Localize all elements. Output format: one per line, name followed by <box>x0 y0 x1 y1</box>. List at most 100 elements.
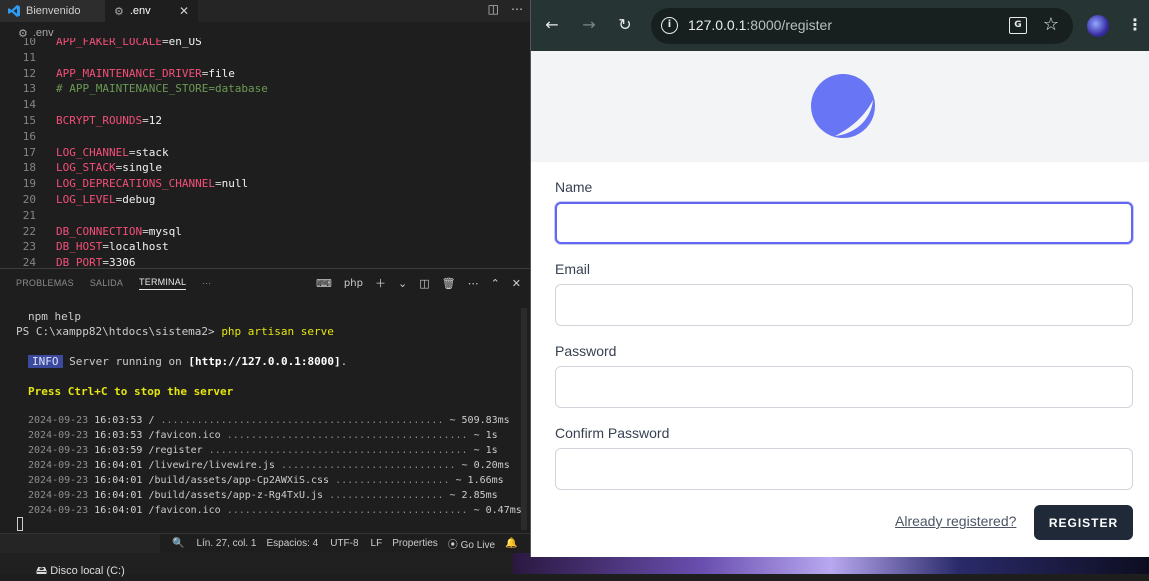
tab-terminal[interactable]: TERMINAL <box>139 277 187 290</box>
tab-bienvenido[interactable]: Bienvenido <box>0 0 106 22</box>
status-language[interactable]: Properties <box>392 538 438 549</box>
bookmark-star-icon[interactable]: ☆ <box>1043 14 1059 35</box>
site-info-icon[interactable]: i <box>661 17 678 34</box>
close-icon[interactable]: ✕ <box>512 277 521 290</box>
terminal-profile[interactable]: php <box>344 278 363 289</box>
log-time: 16:04:01 <box>94 475 143 486</box>
chevron-up-icon[interactable]: ⌃ <box>491 277 500 290</box>
zoom-icon[interactable]: 🔍 <box>172 538 184 549</box>
statusbar: 🔍 Lín. 27, col. 1 Espacios: 4 UTF-8 LF P… <box>0 533 531 554</box>
env-key: APP_MAINTENANCE_DRIVER <box>56 66 202 80</box>
tab-salida[interactable]: SALIDA <box>90 278 123 288</box>
info-text: Server running on <box>69 355 182 368</box>
terminal-line: npm help <box>28 310 81 323</box>
log-line: 2024-09-23 16:03:53 /favicon.ico .......… <box>28 430 498 441</box>
log-dots: ................... <box>329 490 444 501</box>
code-line: 23 DB_HOST=localhost <box>0 240 531 256</box>
trash-icon[interactable]: 🗑 <box>442 277 456 290</box>
line-number: 22 <box>22 224 36 238</box>
code-text: # APP_MAINTENANCE_STORE=database <box>56 82 268 95</box>
tab-problemas[interactable]: PROBLEMAS <box>16 278 74 288</box>
env-value: file <box>208 66 235 80</box>
log-time: 16:04:01 <box>94 460 143 471</box>
status-position[interactable]: Lín. 27, col. 1 <box>196 538 256 549</box>
log-path: /build/assets/app-z-Rg4TxU.js <box>148 490 330 501</box>
panel-divider[interactable] <box>0 268 531 269</box>
reload-icon[interactable]: ↻ <box>614 14 636 36</box>
email-label: Email <box>555 261 591 277</box>
log-line: 2024-09-23 16:04:01 /favicon.ico .......… <box>28 505 522 516</box>
log-date: 2024-09-23 <box>28 460 89 471</box>
log-path: /favicon.ico <box>148 430 227 441</box>
close-icon[interactable]: ✕ <box>179 4 189 18</box>
panel-tabbar: PROBLEMAS SALIDA TERMINAL ⋯ ⌨ php ＋ ⌄ ◫ … <box>0 270 531 296</box>
confirm-password-label: Confirm Password <box>555 425 670 441</box>
forward-icon[interactable]: → <box>578 14 600 36</box>
log-dots: ........................................… <box>208 445 468 456</box>
bell-icon[interactable]: 🔔 <box>505 538 517 549</box>
editor-tabbar: Bienvenido ⚙ .env ✕ ◫ ⋯ <box>0 0 531 22</box>
terminal-command: php artisan serve <box>221 325 334 338</box>
status-spaces[interactable]: Espacios: 4 <box>267 538 319 549</box>
name-input[interactable] <box>555 202 1133 244</box>
status-encoding[interactable]: UTF-8 <box>330 538 358 549</box>
translate-icon[interactable]: G <box>1009 17 1027 34</box>
env-key: BCRYPT_ROUNDS <box>56 114 143 127</box>
taskbar-item[interactable]: 🖴 Disco local (C:) <box>36 562 125 581</box>
browser-toolbar: ← → ↻ i 127.0.0.1:8000/register G ☆ ⋮ <box>531 0 1149 51</box>
code-text: APP_MAINTENANCE_DRIVER=file <box>56 67 235 80</box>
breadcrumb-file[interactable]: .env <box>33 27 54 39</box>
code-line: 15 BCRYPT_ROUNDS=12 <box>0 114 531 130</box>
code-text: LOG_STACK=single <box>56 161 162 174</box>
profile-avatar[interactable] <box>1087 15 1109 37</box>
line-number: 17 <box>22 145 36 159</box>
status-golive[interactable]: ⦿ Go Live <box>448 536 495 551</box>
code-text: LOG_DEPRECATIONS_CHANNEL=null <box>56 177 248 190</box>
password-input[interactable] <box>555 366 1133 408</box>
info-url[interactable]: [http://127.0.0.1:8000] <box>188 355 340 368</box>
url-host: 127.0.0.1 <box>688 17 747 33</box>
code-editor[interactable]: 10 APP_FAKER_LOCALE=en_US 11 12 APP_MAINTENA… <box>0 38 531 268</box>
code-line: 12 APP_MAINTENANCE_DRIVER=file <box>0 67 531 83</box>
equals-sign: = <box>102 240 109 254</box>
terminal-scrollbar[interactable] <box>521 308 527 530</box>
log-dots: ........................................… <box>160 415 444 426</box>
log-time: 16:03:53 <box>94 415 143 426</box>
code-text: APP_FAKER_LOCALE=en_US <box>56 38 202 48</box>
code-line: 11 <box>0 51 531 67</box>
more-actions-icon[interactable]: ⋯ <box>511 2 523 16</box>
back-icon[interactable]: ← <box>541 14 563 36</box>
email-input[interactable] <box>555 284 1133 326</box>
log-dots: ................... <box>335 475 450 486</box>
register-button[interactable]: REGISTER <box>1034 505 1133 540</box>
split-editor-icon[interactable]: ◫ <box>488 2 499 16</box>
log-line: 2024-09-23 16:04:01 /build/assets/app-Cp… <box>28 475 504 486</box>
line-number: 14 <box>22 98 36 112</box>
chevron-down-icon[interactable]: ⌄ <box>398 277 407 290</box>
already-registered-link[interactable]: Already registered? <box>895 513 1016 529</box>
code-text: DB_PORT=3306 <box>56 256 135 268</box>
terminal[interactable]: npm help PS C:\xampp82\htdocs\sistema2> … <box>0 304 522 532</box>
split-terminal-icon[interactable]: ◫ <box>419 277 429 290</box>
code-comment: # APP_MAINTENANCE_STORE=database <box>56 82 268 96</box>
tab-env[interactable]: ⚙ .env ✕ <box>106 0 198 22</box>
url-text[interactable]: 127.0.0.1:8000/register <box>688 17 832 33</box>
add-terminal-icon[interactable]: ＋ <box>375 275 386 291</box>
menu-icon[interactable]: ⋮ <box>1127 14 1143 36</box>
confirm-password-input[interactable] <box>555 448 1133 490</box>
line-number: 11 <box>22 50 36 64</box>
line-number: 23 <box>22 240 36 254</box>
app-logo[interactable] <box>811 74 875 138</box>
panel-more-icon[interactable]: ⋯ <box>202 278 211 289</box>
info-end: . <box>340 355 348 368</box>
equals-sign: = <box>142 114 149 127</box>
log-line: 2024-09-23 16:04:01 /build/assets/app-z-… <box>28 490 498 501</box>
log-dur: ~ 1.66ms <box>455 475 504 486</box>
code-line: 24 DB_PORT=3306 <box>0 256 531 268</box>
more-actions-icon[interactable]: ⋯ <box>468 277 479 290</box>
env-value: en_US <box>168 38 202 48</box>
status-eol[interactable]: LF <box>371 538 383 549</box>
line-number: 16 <box>22 129 36 143</box>
log-line: 2024-09-23 16:04:01 /livewire/livewire.j… <box>28 460 510 471</box>
address-bar[interactable]: i 127.0.0.1:8000/register G ☆ <box>651 8 1073 44</box>
